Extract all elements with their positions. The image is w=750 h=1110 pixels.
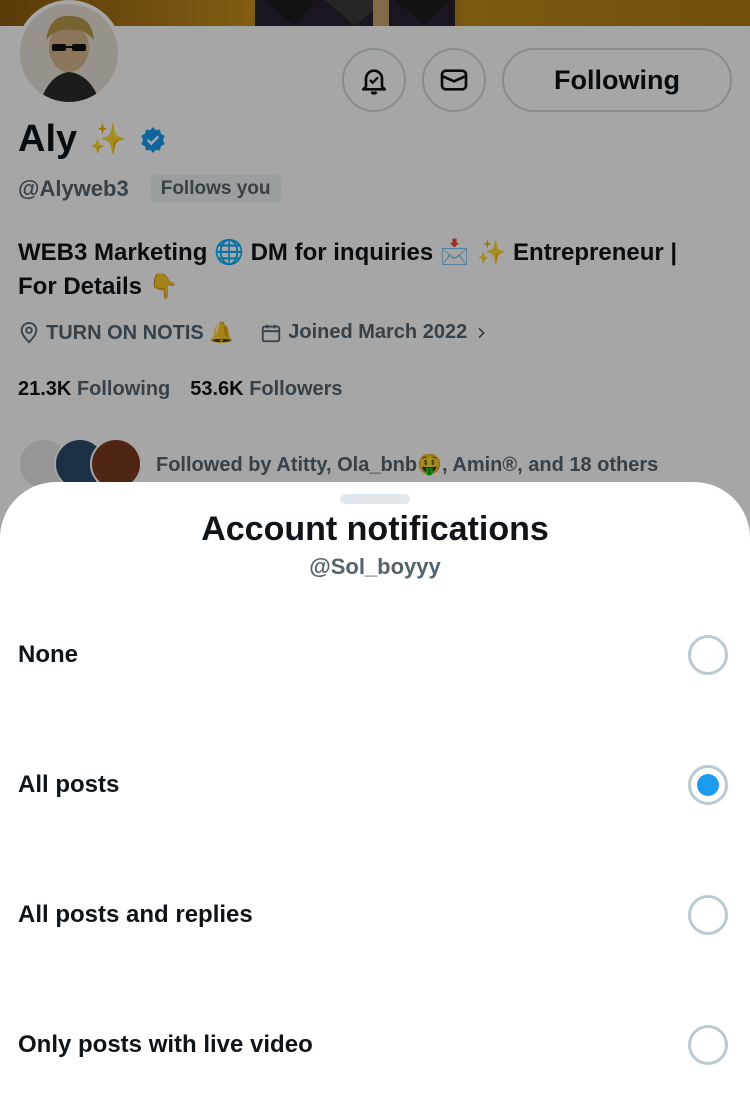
radio-button[interactable] xyxy=(688,895,728,935)
account-notifications-sheet: Account notifications @Sol_boyyy None Al… xyxy=(0,482,750,1110)
option-label: None xyxy=(18,641,78,668)
sheet-grabber[interactable] xyxy=(340,494,410,504)
radio-selected-dot xyxy=(697,774,719,796)
option-label: All posts and replies xyxy=(18,901,253,928)
option-label: Only posts with live video xyxy=(18,1031,313,1058)
sheet-subtitle: @Sol_boyyy xyxy=(309,554,441,579)
option-none[interactable]: None xyxy=(0,590,750,720)
radio-button[interactable] xyxy=(688,1025,728,1065)
sheet-title: Account notifications xyxy=(201,510,549,548)
option-live-video[interactable]: Only posts with live video xyxy=(0,980,750,1110)
radio-button[interactable] xyxy=(688,635,728,675)
option-label: All posts xyxy=(18,771,120,798)
option-all-posts-and-replies[interactable]: All posts and replies xyxy=(0,850,750,980)
option-all-posts[interactable]: All posts xyxy=(0,720,750,850)
radio-button-selected[interactable] xyxy=(688,765,728,805)
